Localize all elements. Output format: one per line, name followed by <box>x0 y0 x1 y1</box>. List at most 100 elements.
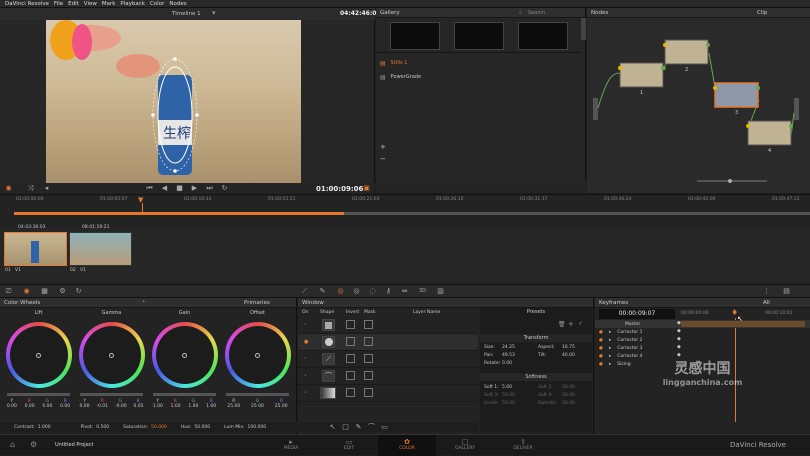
go-to-start-icon[interactable]: ⏮ <box>145 184 154 193</box>
volume-icon[interactable]: ◂ <box>42 184 51 193</box>
primaries-mode[interactable]: Primaries <box>244 300 270 306</box>
chevron-down-icon[interactable]: ▾ <box>212 9 216 17</box>
gallery-scrollbar[interactable] <box>581 18 586 40</box>
gradient-tool-icon[interactable]: ▭ <box>380 423 389 432</box>
still-thumbnail[interactable] <box>454 22 504 50</box>
timeline-title[interactable]: Timeline 1 <box>172 11 201 17</box>
gamma-wheel[interactable] <box>78 322 145 388</box>
keyframe-timecode[interactable]: 00:00:09:07 <box>599 309 675 319</box>
circle-shape-icon[interactable] <box>322 336 335 348</box>
search-icon[interactable]: ⌕ <box>519 10 522 16</box>
node-output-dot[interactable] <box>756 86 760 90</box>
track-corrector-2[interactable]: ● ▸ Corrector 2 ◆ <box>595 336 810 344</box>
nav-edit[interactable]: ▭ EDIT <box>320 435 378 456</box>
lummix-value[interactable]: 100.000 <box>248 425 267 430</box>
node-3[interactable] <box>714 82 759 108</box>
track-corrector-3[interactable]: ● ▸ Corrector 3 ◆ <box>595 344 810 352</box>
window-row-gradient[interactable]: • <box>298 385 478 402</box>
size-value[interactable]: 24.25 <box>502 344 538 352</box>
motion-icon[interactable]: ⚙ <box>58 287 67 296</box>
keyframe-marker[interactable]: ◆ <box>677 344 681 350</box>
lift-master-slider[interactable] <box>7 393 70 396</box>
clip-bar-1[interactable] <box>14 212 344 215</box>
mask-toggle[interactable] <box>364 354 373 363</box>
window-row-curve[interactable]: • ⌒ <box>298 368 478 385</box>
stop-icon[interactable]: ■ <box>175 184 184 193</box>
invert-toggle[interactable] <box>346 388 355 397</box>
camera-raw-icon[interactable]: ⎚ <box>4 287 13 296</box>
add-album-icon[interactable]: + <box>380 143 386 151</box>
color-wheels-icon[interactable]: ◉ <box>22 287 31 296</box>
mask-toggle[interactable] <box>364 337 373 346</box>
node-output-dot[interactable] <box>706 43 710 47</box>
track-corrector-1[interactable]: ● ▸ Corrector 1 ◆ <box>595 328 810 336</box>
menu-view[interactable]: View <box>84 1 97 7</box>
play-reverse-icon[interactable]: ◀ <box>160 184 169 193</box>
go-to-end-icon[interactable]: ⏭ <box>205 184 214 193</box>
tilt-value[interactable]: 40.00 <box>562 352 575 360</box>
mask-toggle[interactable] <box>364 388 373 397</box>
invert-toggle[interactable] <box>346 337 355 346</box>
invert-toggle[interactable] <box>346 320 355 329</box>
offset-wheel[interactable] <box>224 322 291 388</box>
gain-master-slider[interactable] <box>153 393 216 396</box>
soft1-value[interactable]: 5.00 <box>502 384 538 392</box>
window-on-toggle[interactable]: ● <box>304 339 308 345</box>
pan-value[interactable]: 49.53 <box>502 352 538 360</box>
play-icon[interactable]: ▶ <box>190 184 199 193</box>
delete-icon[interactable]: 🗑 <box>558 321 566 328</box>
nav-media[interactable]: ▸ MEDIA <box>262 435 320 456</box>
album-powergrade[interactable]: ▤ PowerGrade <box>380 72 421 82</box>
track-master[interactable]: Master ◆ <box>595 320 810 328</box>
pen-icon[interactable]: ✎ <box>354 423 363 432</box>
grid-view-icon[interactable]: ⋮ <box>762 287 771 296</box>
timeline-ruler[interactable]: 01:00:00:00 01:00:05:07 01:00:10:14 01:0… <box>0 197 810 205</box>
checkmark-icon[interactable]: ✓ <box>578 320 583 327</box>
window-row-linear[interactable]: • <box>298 317 478 334</box>
window-icon[interactable]: ◎ <box>336 287 345 296</box>
nav-gallery[interactable]: ▢ GALLERY <box>436 435 494 456</box>
menu-nodes[interactable]: Nodes <box>169 1 186 7</box>
clip-1-thumbnail[interactable] <box>4 232 67 266</box>
mask-toggle[interactable] <box>364 371 373 380</box>
outside-value[interactable]: 50.00 <box>562 400 575 408</box>
polygon-shape-icon[interactable]: ⟋ <box>322 353 335 365</box>
menu-mark[interactable]: Mark <box>102 1 116 7</box>
window-handle-right[interactable] <box>195 113 199 117</box>
curve-tool-icon[interactable]: ⌒ <box>367 423 376 432</box>
tracker-icon[interactable]: ◎ <box>352 287 361 296</box>
invert-toggle[interactable] <box>346 371 355 380</box>
lift-wheel[interactable] <box>5 322 72 388</box>
wheel-puck[interactable] <box>36 352 41 358</box>
soft3-value[interactable]: 50.00 <box>502 392 538 400</box>
reset-icon[interactable]: ↻ <box>74 287 83 296</box>
app-name[interactable]: DaVinci Resolve <box>5 1 49 7</box>
rgb-mixer-icon[interactable]: ▦ <box>40 287 49 296</box>
qualifier-icon[interactable]: ✎ <box>318 287 327 296</box>
remove-album-icon[interactable]: − <box>380 155 386 163</box>
hue-value[interactable]: 50.000 <box>194 425 210 430</box>
info-icon[interactable]: ▥ <box>436 287 445 296</box>
node-output-dot[interactable] <box>661 66 665 70</box>
zoom-slider-handle[interactable] <box>728 179 732 183</box>
soft2-value[interactable]: 50.00 <box>562 384 575 392</box>
offset-master-slider[interactable] <box>226 393 289 396</box>
node-input-dot[interactable] <box>663 43 667 47</box>
grab-still-icon[interactable]: ▣ <box>362 184 371 193</box>
scopes-icon[interactable]: ▤ <box>782 287 791 296</box>
rotate-value[interactable]: 0.00 <box>502 360 512 368</box>
shuffle-icon[interactable]: ⤨ <box>26 184 35 193</box>
window-handle-top[interactable] <box>173 57 177 61</box>
square-tool-icon[interactable]: □ <box>341 423 350 432</box>
wheel-puck[interactable] <box>109 352 114 358</box>
window-on-toggle[interactable]: • <box>304 390 307 396</box>
add-icon[interactable]: + <box>568 320 574 328</box>
video-frame[interactable]: 生榨 <box>46 20 301 186</box>
keyframe-marker[interactable]: ◆ <box>677 328 681 334</box>
window-handle-bottom[interactable] <box>173 169 177 173</box>
node-2[interactable] <box>664 39 709 65</box>
linear-shape-icon[interactable] <box>322 319 335 331</box>
window-on-toggle[interactable]: • <box>304 322 307 328</box>
aspect-value[interactable]: 16.75 <box>562 344 575 352</box>
loop-icon[interactable]: ↻ <box>220 184 229 193</box>
